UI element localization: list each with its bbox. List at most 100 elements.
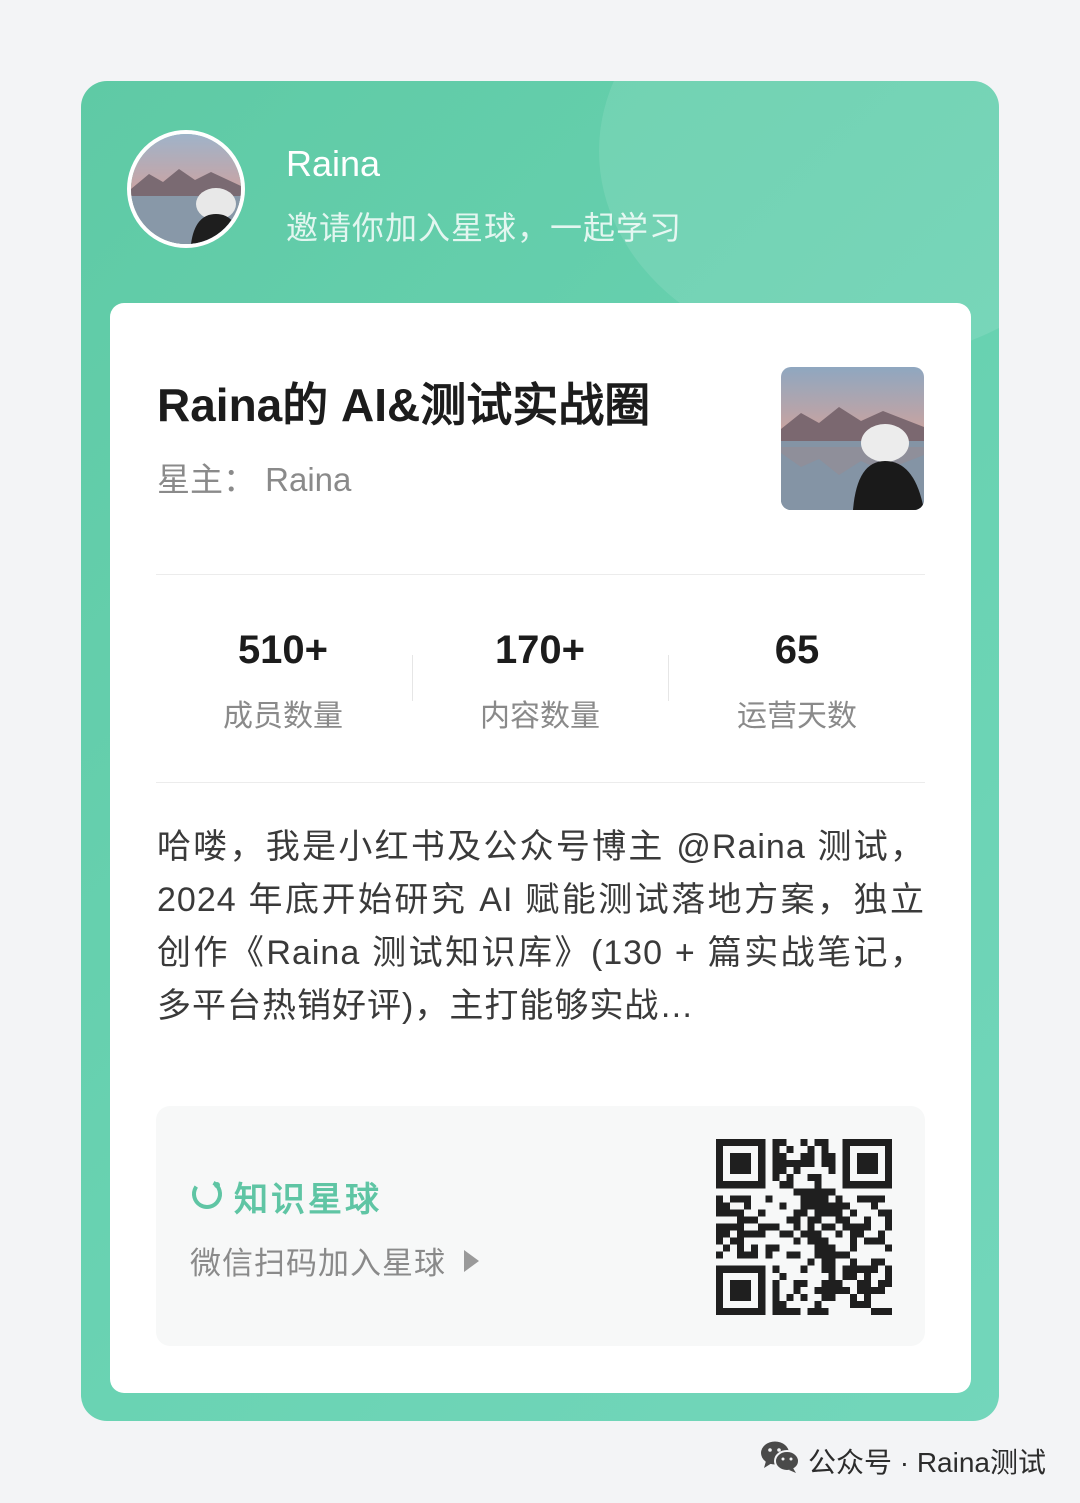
qr-module [856, 1139, 864, 1147]
stat-label: 运营天数 [737, 700, 857, 733]
qr-module [758, 1181, 766, 1189]
qr-module [828, 1272, 836, 1280]
circle-title: Raina的 AI&测试实战圈 [157, 379, 651, 431]
qr-module [870, 1153, 878, 1161]
qr-module [751, 1139, 759, 1147]
qr-module [870, 1307, 878, 1315]
qr-module [849, 1223, 857, 1231]
qr-module [863, 1279, 871, 1287]
scan-to-join[interactable]: 微信扫码加入星球 [190, 1238, 479, 1283]
qr-module [807, 1230, 815, 1238]
stat-days: 65 运营天数 [672, 628, 922, 735]
qr-module [730, 1167, 738, 1175]
qr-module [716, 1167, 724, 1175]
qr-module [870, 1286, 878, 1294]
qr-code[interactable] [716, 1139, 892, 1315]
qr-module [723, 1307, 731, 1315]
qr-module [884, 1216, 892, 1224]
qr-module [863, 1139, 871, 1147]
qr-module [856, 1279, 864, 1287]
qr-module [751, 1181, 759, 1189]
qr-module [737, 1195, 745, 1203]
qr-module [751, 1216, 759, 1224]
qr-module [772, 1139, 780, 1147]
qr-module [779, 1181, 787, 1189]
qr-module [814, 1286, 822, 1294]
qr-module [842, 1272, 850, 1280]
qr-module [877, 1237, 885, 1245]
qr-module [779, 1300, 787, 1308]
qr-module [821, 1244, 829, 1252]
qr-module [877, 1258, 885, 1266]
qr-module [884, 1174, 892, 1182]
qr-module [730, 1160, 738, 1168]
qr-module [723, 1139, 731, 1147]
qr-module [716, 1265, 724, 1273]
qr-module [772, 1174, 780, 1182]
qr-module [779, 1230, 787, 1238]
qr-module [793, 1223, 801, 1231]
qr-module [821, 1251, 829, 1259]
qr-module [870, 1181, 878, 1189]
qr-module [744, 1160, 752, 1168]
qr-module [765, 1244, 773, 1252]
qr-module [870, 1160, 878, 1168]
qr-module [730, 1265, 738, 1273]
qr-module [716, 1223, 724, 1231]
qr-module [730, 1307, 738, 1315]
qr-module [856, 1160, 864, 1168]
qr-module [814, 1139, 822, 1147]
qr-module [793, 1251, 801, 1259]
qr-module [828, 1202, 836, 1210]
qr-module [856, 1300, 864, 1308]
qr-module [737, 1167, 745, 1175]
qr-module [723, 1230, 731, 1238]
qr-module [786, 1216, 794, 1224]
qr-module [821, 1146, 829, 1154]
qr-module [877, 1286, 885, 1294]
qr-module [835, 1279, 843, 1287]
brand-name: 知识星球 [234, 1181, 382, 1219]
qr-module [884, 1223, 892, 1231]
qr-module [877, 1279, 885, 1287]
qr-module [793, 1307, 801, 1315]
qr-module [835, 1195, 843, 1203]
qr-module [793, 1286, 801, 1294]
play-arrow-icon [464, 1249, 479, 1272]
wechat-icon [760, 1440, 800, 1481]
owner-avatar[interactable] [127, 130, 245, 248]
qr-module [821, 1237, 829, 1245]
planet-ring-icon [190, 1177, 224, 1216]
qr-module [730, 1153, 738, 1161]
qr-module [870, 1139, 878, 1147]
qr-module [730, 1293, 738, 1301]
qr-module [842, 1251, 850, 1259]
circle-description[interactable]: 哈喽，我是小红书及公众号博主 @Raina 测试，2024 年底开始研究 AI … [157, 821, 925, 1033]
qr-module [772, 1265, 780, 1273]
qr-module [856, 1167, 864, 1175]
qr-module [751, 1244, 759, 1252]
qr-module [835, 1216, 843, 1224]
qr-module [821, 1293, 829, 1301]
qr-module [758, 1272, 766, 1280]
qr-module [758, 1160, 766, 1168]
qr-module [730, 1195, 738, 1203]
qr-module [716, 1202, 724, 1210]
qr-module [744, 1181, 752, 1189]
qr-module [716, 1272, 724, 1280]
qr-module [849, 1230, 857, 1238]
qr-module [842, 1181, 850, 1189]
qr-module [821, 1202, 829, 1210]
qr-module [821, 1195, 829, 1203]
stat-value: 510+ [237, 628, 329, 672]
qr-module [807, 1223, 815, 1231]
qr-module [814, 1188, 822, 1196]
qr-module [716, 1251, 724, 1259]
qr-module [730, 1286, 738, 1294]
circle-cover-image [781, 367, 924, 510]
join-box[interactable]: 知识星球 微信扫码加入星球 [156, 1106, 925, 1346]
qr-module [884, 1181, 892, 1189]
qr-module [856, 1230, 864, 1238]
qr-module [870, 1237, 878, 1245]
qr-module [758, 1265, 766, 1273]
